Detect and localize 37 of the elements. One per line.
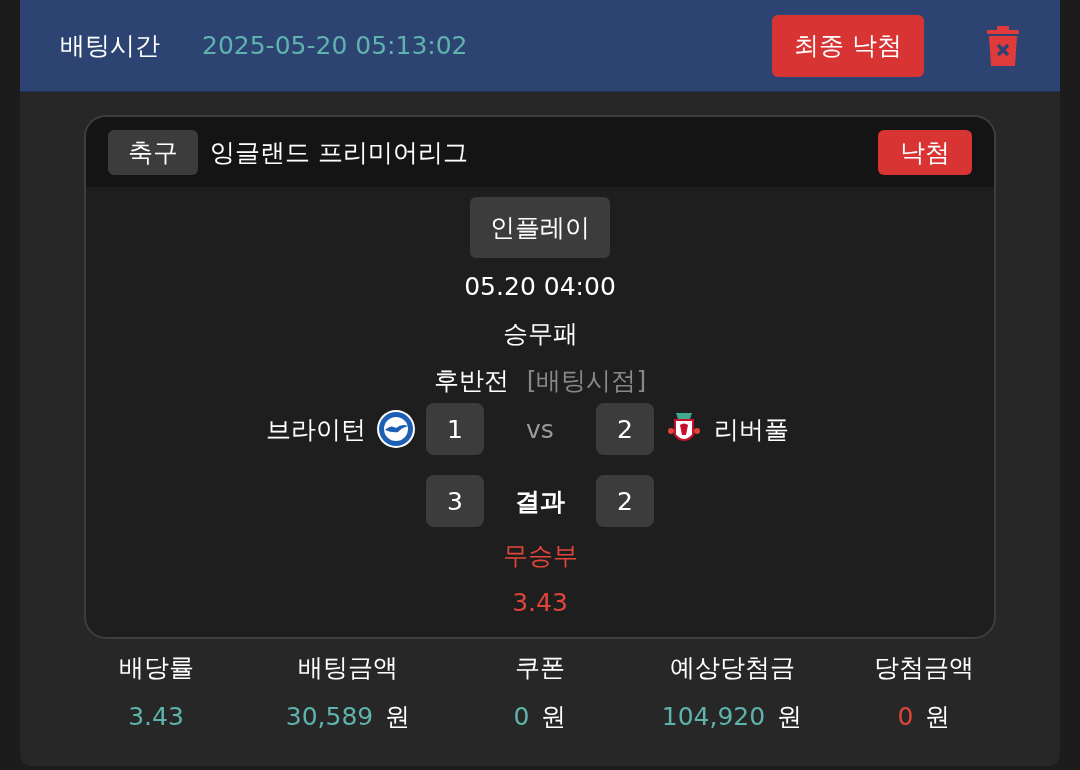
bird-badge-icon bbox=[376, 409, 416, 449]
period-label: 후반전 bbox=[433, 365, 509, 397]
mode-badge: 인플레이 bbox=[470, 197, 610, 258]
stat-value: 104,920 bbox=[661, 701, 766, 733]
bet-time-label: 배팅시간 bbox=[60, 30, 160, 62]
vs-label: vs bbox=[525, 414, 555, 444]
final-result-button[interactable]: 최종 낙첨 bbox=[772, 14, 924, 77]
stat-value: 0 bbox=[513, 701, 530, 733]
score-box: 3 bbox=[426, 475, 484, 527]
stat-value: 30,589 bbox=[285, 701, 374, 733]
delete-icon[interactable] bbox=[986, 24, 1020, 67]
currency-unit: 원 bbox=[541, 701, 567, 733]
sport-tag: 축구 bbox=[108, 129, 198, 175]
period-note: [배팅시점] bbox=[526, 365, 647, 397]
stat-label: 배당률 bbox=[118, 652, 194, 684]
stat-value: 0 bbox=[897, 701, 914, 733]
league-name: 잉글랜드 프리미어리그 bbox=[210, 136, 469, 169]
market-name: 승무패 bbox=[502, 318, 578, 350]
stat-label: 쿠폰 bbox=[515, 652, 565, 684]
odds-value: 3.43 bbox=[512, 587, 568, 619]
bet-time: 2025-05-20 05:13:02 bbox=[202, 31, 469, 60]
stat-label: 당첨금액 bbox=[874, 652, 974, 684]
score-box: 1 bbox=[426, 403, 484, 455]
match-datetime: 05.20 04:00 bbox=[464, 271, 616, 303]
score-box: 2 bbox=[596, 475, 654, 527]
stat-label: 예상당첨금 bbox=[669, 652, 795, 684]
away-team-name: 리버풀 bbox=[714, 413, 789, 446]
home-team-name: 브라이턴 bbox=[266, 413, 366, 446]
currency-unit: 원 bbox=[385, 701, 411, 733]
status-badge: 낙첨 bbox=[878, 129, 972, 175]
score-box: 2 bbox=[596, 403, 654, 455]
currency-unit: 원 bbox=[925, 701, 951, 733]
result-label: 결과 bbox=[514, 485, 566, 518]
stat-label: 배팅금액 bbox=[298, 652, 398, 684]
pick-label: 무승부 bbox=[502, 540, 578, 572]
currency-unit: 원 bbox=[777, 701, 803, 733]
stat-value: 3.43 bbox=[128, 701, 184, 733]
